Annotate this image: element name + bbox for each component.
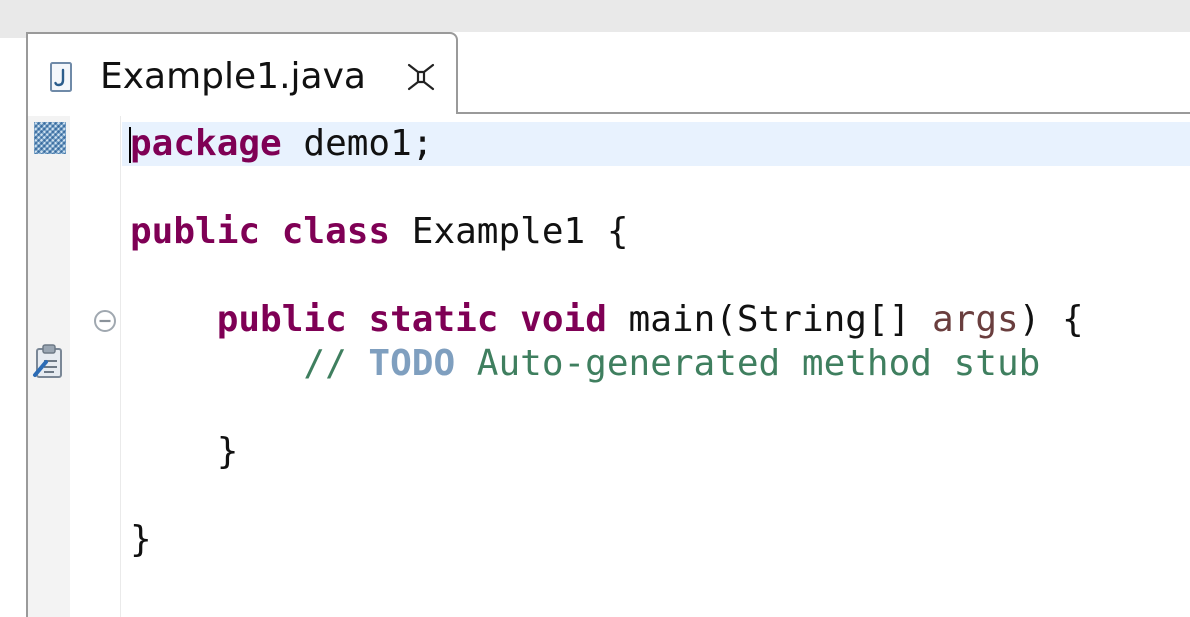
code-text: ) { [1018, 299, 1084, 340]
java-file-icon [50, 62, 72, 92]
keyword-static: static [368, 299, 499, 340]
code-text: } [130, 519, 152, 560]
task-marker-icon[interactable] [32, 341, 66, 381]
tab-example1-java[interactable]: Example1.java [28, 32, 458, 116]
code-text: } [130, 431, 239, 472]
code-text: demo1; [281, 123, 434, 164]
editor-tab-strip: Example1.java [28, 32, 1190, 116]
code-line-3[interactable]: public class Example1 { [130, 210, 629, 254]
code-line-8[interactable]: } [130, 430, 239, 474]
parameter-args: args [931, 299, 1019, 340]
text-caret [129, 127, 131, 163]
keyword-package: package [130, 123, 282, 164]
line-ruler [70, 114, 121, 617]
keyword-void: void [520, 299, 607, 340]
code-line-10[interactable]: } [130, 518, 152, 562]
bookmark-icon[interactable] [34, 122, 66, 154]
code-line-6[interactable]: // TODO Auto-generated method stub [130, 342, 1040, 386]
keyword-public: public [216, 299, 347, 340]
keyword-public: public [130, 211, 261, 252]
todo-tag: TODO [368, 343, 456, 384]
close-icon[interactable] [405, 61, 437, 93]
comment-text: Auto-generated method stub [455, 343, 1041, 384]
java-editor: Example1.java package demo1; public clas… [26, 32, 1190, 617]
code-text: Example1 { [390, 211, 629, 252]
tab-title: Example1.java [100, 56, 366, 97]
comment-start: // [303, 343, 369, 384]
keyword-class: class [281, 211, 391, 252]
fold-collapse-icon[interactable] [93, 309, 117, 333]
code-line-5[interactable]: public static void main(String[] args) { [130, 298, 1084, 342]
code-line-1[interactable]: package demo1; [130, 122, 433, 166]
code-text: main(String[] [606, 299, 932, 340]
